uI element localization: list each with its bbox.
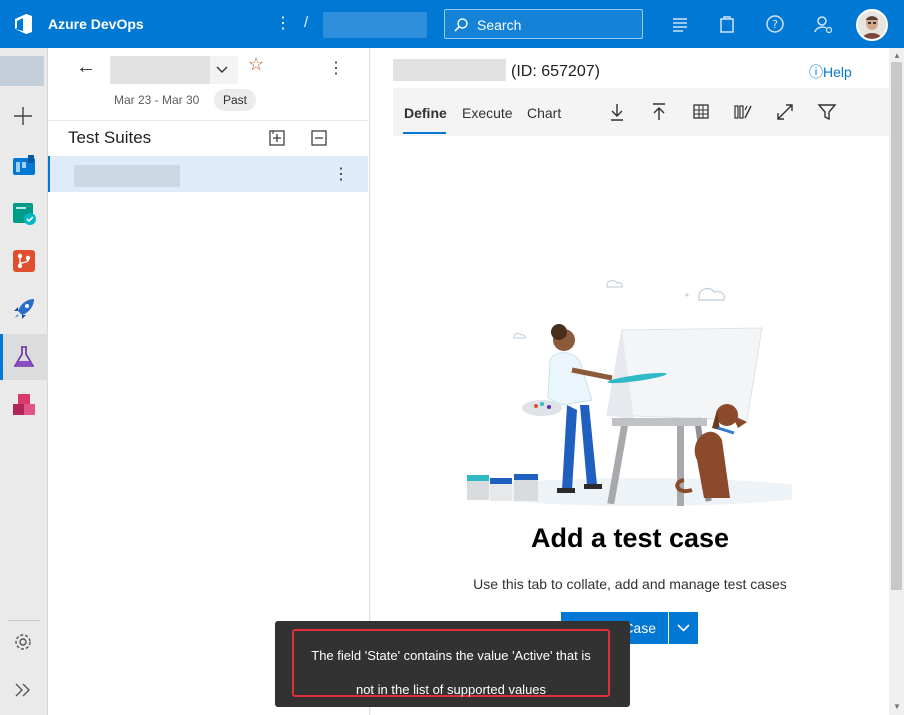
tab-bar: Define Execute Chart xyxy=(393,88,889,136)
test-suite-title xyxy=(393,59,506,81)
user-settings-icon[interactable] xyxy=(812,13,834,35)
breadcrumb-separator: / xyxy=(304,14,309,31)
test-plans-check-icon[interactable] xyxy=(0,190,48,236)
marketplace-bag-icon[interactable] xyxy=(716,13,738,35)
favorite-star-icon[interactable]: ☆ xyxy=(248,54,264,75)
error-highlight-box: The field 'State' contains the value 'Ac… xyxy=(292,629,610,697)
vertical-scrollbar[interactable]: ▲ ▼ xyxy=(889,48,904,715)
suite-row-selected[interactable]: ⋮ xyxy=(48,156,368,192)
help-link[interactable]: ⓘHelp xyxy=(809,62,852,82)
suite-name xyxy=(74,165,180,187)
search-icon xyxy=(454,18,468,32)
tab-chart[interactable]: Chart xyxy=(527,105,561,121)
upload-icon[interactable] xyxy=(648,101,670,123)
svg-text:?: ? xyxy=(772,18,778,31)
scroll-up-arrow-icon[interactable]: ▲ xyxy=(893,51,901,60)
scrollbar-thumb[interactable] xyxy=(891,62,902,590)
artifacts-icon[interactable] xyxy=(0,382,48,428)
avatar[interactable] xyxy=(856,9,888,41)
column-options-icon[interactable] xyxy=(732,101,754,123)
chevron-down-icon xyxy=(677,624,690,632)
tab-define[interactable]: Define xyxy=(404,105,447,121)
test-plan-name xyxy=(110,56,210,84)
test-plan-panel: ← ☆ ⋮ Mar 23 - Mar 30 Past Test Suites ⋮ xyxy=(48,48,370,715)
brand-name[interactable]: Azure DevOps xyxy=(48,16,144,32)
settings-gear-icon[interactable] xyxy=(0,620,48,666)
top-bar: Azure DevOps ⋮ / Search ? xyxy=(0,0,904,48)
search-placeholder: Search xyxy=(477,17,522,33)
pipelines-icon[interactable] xyxy=(0,286,48,332)
toast-message-line-2: not in the list of supported values xyxy=(355,682,547,697)
error-toast: The field 'State' contains the value 'Ac… xyxy=(275,621,630,707)
project-breadcrumb[interactable] xyxy=(323,12,427,38)
panel-divider xyxy=(48,120,370,121)
suite-id: (ID: 657207) xyxy=(511,63,600,80)
fullscreen-icon[interactable] xyxy=(774,101,796,123)
search-box[interactable]: Search xyxy=(444,9,643,39)
test-plans-icon[interactable] xyxy=(0,334,48,380)
empty-state-subtitle: Use this tab to collate, add and manage … xyxy=(473,576,787,592)
azure-devops-logo-icon[interactable] xyxy=(12,12,36,36)
iteration-dates: Mar 23 - Mar 30 xyxy=(114,93,200,107)
repos-icon[interactable] xyxy=(0,238,48,284)
work-items-list-icon[interactable] xyxy=(669,13,691,35)
help-icon[interactable]: ? xyxy=(764,13,786,35)
toast-message-line-1: The field 'State' contains the value 'Ac… xyxy=(311,648,591,663)
left-navigation-rail xyxy=(0,48,48,715)
empty-state-title: Add a test case xyxy=(530,523,730,553)
organization-avatar[interactable] xyxy=(0,56,44,86)
download-icon[interactable] xyxy=(606,101,628,123)
chevron-down-icon xyxy=(216,66,228,73)
test-plan-selector[interactable] xyxy=(110,56,238,84)
expand-chevrons-icon[interactable] xyxy=(0,668,48,714)
status-badge: Past xyxy=(214,89,257,111)
back-arrow-icon[interactable]: ← xyxy=(76,56,96,79)
more-options-icon[interactable]: ⋮ xyxy=(328,58,344,78)
more-vertical-icon[interactable]: ⋮ xyxy=(275,13,291,33)
tab-execute[interactable]: Execute xyxy=(462,105,513,121)
filter-icon[interactable] xyxy=(816,101,838,123)
suite-more-options-icon[interactable]: ⋮ xyxy=(333,164,349,184)
scroll-down-arrow-icon[interactable]: ▼ xyxy=(893,702,901,711)
new-test-case-dropdown[interactable] xyxy=(669,612,698,644)
empty-state-illustration xyxy=(467,279,792,506)
main-content: (ID: 657207) ⓘHelp Define Execute Chart xyxy=(371,48,889,715)
test-suites-heading: Test Suites xyxy=(68,128,152,147)
toast-message: The field 'State' contains the value 'Ac… xyxy=(294,639,608,707)
add-icon[interactable] xyxy=(0,94,48,140)
active-tab-indicator xyxy=(403,132,446,134)
grid-icon[interactable] xyxy=(690,101,712,123)
boards-icon[interactable] xyxy=(0,142,48,188)
user-photo xyxy=(858,11,886,39)
expand-all-icon[interactable] xyxy=(269,130,285,146)
collapse-all-icon[interactable] xyxy=(311,130,327,146)
